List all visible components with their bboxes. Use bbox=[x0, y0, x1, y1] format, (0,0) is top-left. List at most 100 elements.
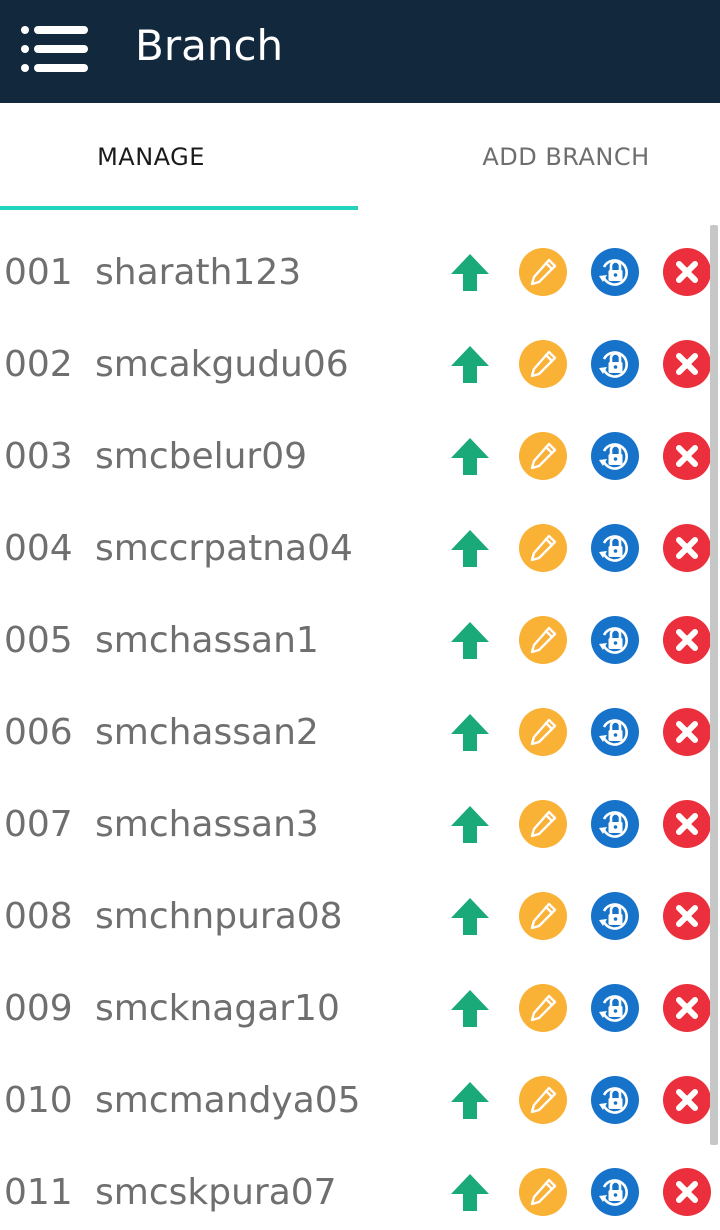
tab-manage[interactable]: MANAGE bbox=[0, 103, 302, 211]
move-up-button[interactable] bbox=[445, 799, 495, 849]
reset-password-button[interactable] bbox=[590, 799, 640, 849]
lock-rotate-icon bbox=[590, 799, 640, 849]
branch-code: 006 bbox=[4, 712, 73, 753]
branch-code: 009 bbox=[4, 988, 73, 1029]
close-icon bbox=[662, 615, 712, 665]
move-up-button[interactable] bbox=[445, 983, 495, 1033]
branch-list[interactable]: 001 sharath123 002 smcakgudu06 003 smcbelur09… bbox=[0, 227, 720, 1230]
scrollbar[interactable] bbox=[710, 225, 718, 1145]
list-item[interactable]: 006 smchassan2 bbox=[0, 687, 720, 779]
lock-rotate-icon bbox=[590, 523, 640, 573]
reset-password-button[interactable] bbox=[590, 247, 640, 297]
reset-password-button[interactable] bbox=[590, 1075, 640, 1125]
reset-password-button[interactable] bbox=[590, 983, 640, 1033]
pencil-edit-icon bbox=[518, 431, 568, 481]
delete-button[interactable] bbox=[662, 431, 712, 481]
reset-password-button[interactable] bbox=[590, 615, 640, 665]
arrow-up-icon bbox=[445, 615, 495, 665]
edit-button[interactable] bbox=[518, 1167, 568, 1217]
delete-button[interactable] bbox=[662, 1075, 712, 1125]
pencil-edit-icon bbox=[518, 523, 568, 573]
edit-button[interactable] bbox=[518, 431, 568, 481]
list-item[interactable]: 009 smcknagar10 bbox=[0, 963, 720, 1055]
move-up-button[interactable] bbox=[445, 523, 495, 573]
list-item[interactable]: 002 smcakgudu06 bbox=[0, 319, 720, 411]
lock-rotate-icon bbox=[590, 1075, 640, 1125]
delete-button[interactable] bbox=[662, 247, 712, 297]
pencil-edit-icon bbox=[518, 891, 568, 941]
branch-name: smcmandya05 bbox=[95, 1080, 361, 1121]
reset-password-button[interactable] bbox=[590, 339, 640, 389]
edit-button[interactable] bbox=[518, 1075, 568, 1125]
tab-bar: MANAGE ADD BRANCH bbox=[0, 103, 720, 211]
move-up-button[interactable] bbox=[445, 891, 495, 941]
move-up-button[interactable] bbox=[445, 1075, 495, 1125]
list-item[interactable]: 005 smchassan1 bbox=[0, 595, 720, 687]
arrow-up-icon bbox=[445, 339, 495, 389]
edit-button[interactable] bbox=[518, 247, 568, 297]
arrow-up-icon bbox=[445, 983, 495, 1033]
edit-button[interactable] bbox=[518, 891, 568, 941]
hamburger-menu-icon[interactable] bbox=[20, 24, 90, 74]
move-up-button[interactable] bbox=[445, 339, 495, 389]
lock-rotate-icon bbox=[590, 431, 640, 481]
branch-code: 004 bbox=[4, 528, 73, 569]
edit-button[interactable] bbox=[518, 983, 568, 1033]
pencil-edit-icon bbox=[518, 339, 568, 389]
reset-password-button[interactable] bbox=[590, 523, 640, 573]
reset-password-button[interactable] bbox=[590, 707, 640, 757]
pencil-edit-icon bbox=[518, 615, 568, 665]
delete-button[interactable] bbox=[662, 707, 712, 757]
edit-button[interactable] bbox=[518, 707, 568, 757]
lock-rotate-icon bbox=[590, 983, 640, 1033]
branch-code: 007 bbox=[4, 804, 73, 845]
close-icon bbox=[662, 707, 712, 757]
edit-button[interactable] bbox=[518, 523, 568, 573]
lock-rotate-icon bbox=[590, 707, 640, 757]
edit-button[interactable] bbox=[518, 339, 568, 389]
list-item[interactable]: 004 smccrpatna04 bbox=[0, 503, 720, 595]
delete-button[interactable] bbox=[662, 1167, 712, 1217]
branch-code: 010 bbox=[4, 1080, 73, 1121]
list-item[interactable]: 008 smchnpura08 bbox=[0, 871, 720, 963]
tab-selected-indicator bbox=[0, 206, 358, 210]
move-up-button[interactable] bbox=[445, 247, 495, 297]
edit-button[interactable] bbox=[518, 799, 568, 849]
delete-button[interactable] bbox=[662, 799, 712, 849]
move-up-button[interactable] bbox=[445, 707, 495, 757]
lock-rotate-icon bbox=[590, 615, 640, 665]
app-bar: Branch bbox=[0, 0, 720, 103]
close-icon bbox=[662, 891, 712, 941]
arrow-up-icon bbox=[445, 247, 495, 297]
list-item[interactable]: 003 smcbelur09 bbox=[0, 411, 720, 503]
lock-rotate-icon bbox=[590, 1167, 640, 1217]
pencil-edit-icon bbox=[518, 247, 568, 297]
move-up-button[interactable] bbox=[445, 615, 495, 665]
list-item[interactable]: 007 smchassan3 bbox=[0, 779, 720, 871]
reset-password-button[interactable] bbox=[590, 431, 640, 481]
close-icon bbox=[662, 799, 712, 849]
list-item[interactable]: 011 smcskpura07 bbox=[0, 1147, 720, 1230]
list-item[interactable]: 001 sharath123 bbox=[0, 227, 720, 319]
branch-code: 011 bbox=[4, 1172, 73, 1213]
move-up-button[interactable] bbox=[445, 1167, 495, 1217]
tab-add-branch[interactable]: ADD BRANCH bbox=[412, 103, 720, 211]
delete-button[interactable] bbox=[662, 891, 712, 941]
close-icon bbox=[662, 983, 712, 1033]
delete-button[interactable] bbox=[662, 339, 712, 389]
reset-password-button[interactable] bbox=[590, 891, 640, 941]
branch-code: 003 bbox=[4, 436, 73, 477]
delete-button[interactable] bbox=[662, 523, 712, 573]
move-up-button[interactable] bbox=[445, 431, 495, 481]
delete-button[interactable] bbox=[662, 615, 712, 665]
delete-button[interactable] bbox=[662, 983, 712, 1033]
edit-button[interactable] bbox=[518, 615, 568, 665]
reset-password-button[interactable] bbox=[590, 1167, 640, 1217]
branch-name: sharath123 bbox=[95, 252, 302, 293]
pencil-edit-icon bbox=[518, 799, 568, 849]
close-icon bbox=[662, 1075, 712, 1125]
branch-code: 002 bbox=[4, 344, 73, 385]
lock-rotate-icon bbox=[590, 891, 640, 941]
list-item[interactable]: 010 smcmandya05 bbox=[0, 1055, 720, 1147]
branch-code: 001 bbox=[4, 252, 73, 293]
